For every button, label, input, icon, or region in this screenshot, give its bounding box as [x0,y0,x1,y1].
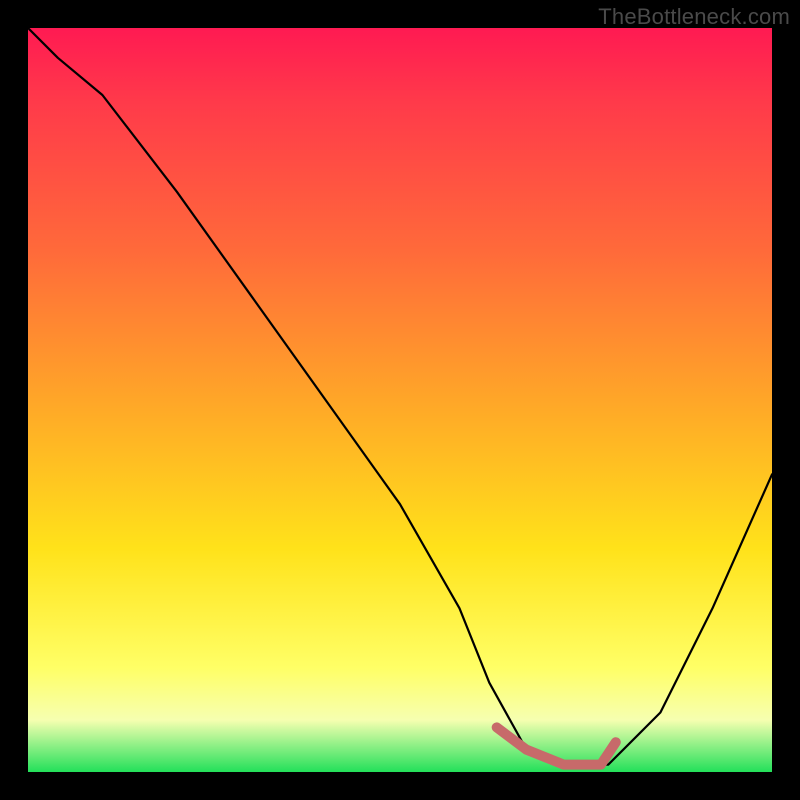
plot-area [28,28,772,772]
bottleneck-curve [28,28,772,765]
chart-frame: TheBottleneck.com [0,0,800,800]
watermark-text: TheBottleneck.com [598,4,790,30]
curve-layer [28,28,772,772]
optimal-range-highlight [497,727,616,764]
